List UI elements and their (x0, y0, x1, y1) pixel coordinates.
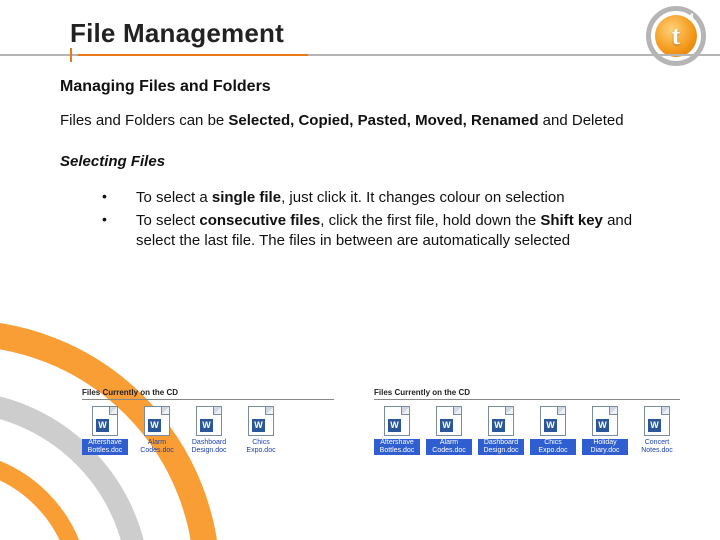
file-item[interactable]: W Holiday Diary.doc (582, 406, 628, 455)
panel-right-title: Files Currently on the CD (374, 388, 680, 400)
title-tick (70, 48, 72, 62)
file-panel-left: Files Currently on the CD W Aftershave Bo… (82, 388, 334, 455)
word-doc-icon: W (592, 406, 618, 436)
file-name: Holiday Diary.doc (582, 439, 628, 455)
slide-title: File Management (70, 18, 700, 49)
file-item[interactable]: W Aftershave Bottles.doc (82, 406, 128, 455)
file-item[interactable]: W Concert Notes.doc (634, 406, 680, 455)
word-doc-icon: W (92, 406, 118, 436)
bullet-2: • To select consecutive files, click the… (102, 211, 670, 250)
file-name: Dashboard Design.doc (186, 439, 232, 455)
file-name: Aftershave Bottles.doc (82, 439, 128, 455)
word-doc-icon: W (540, 406, 566, 436)
section-heading: Managing Files and Folders (60, 78, 670, 96)
word-doc-icon: W (644, 406, 670, 436)
file-item[interactable]: W Dashboard Design.doc (478, 406, 524, 455)
file-item[interactable]: W Chics Expo.doc (530, 406, 576, 455)
word-doc-icon: W (196, 406, 222, 436)
file-name: Alarm Codes.doc (134, 439, 180, 455)
file-item[interactable]: W Alarm Codes.doc (134, 406, 180, 455)
file-name: Chics Expo.doc (238, 439, 284, 455)
word-doc-icon: W (488, 406, 514, 436)
word-doc-icon: W (144, 406, 170, 436)
intro-paragraph: Files and Folders can be Selected, Copie… (60, 112, 670, 131)
file-name: Chics Expo.doc (530, 439, 576, 455)
word-doc-icon: W (436, 406, 462, 436)
file-panel-right: Files Currently on the CD W Aftershave Bo… (374, 388, 680, 455)
panel-left-title: Files Currently on the CD (82, 388, 334, 400)
file-item[interactable]: W Chics Expo.doc (238, 406, 284, 455)
file-item[interactable]: W Aftershave Bottles.doc (374, 406, 420, 455)
title-rule-orange (78, 54, 308, 56)
file-name: Dashboard Design.doc (478, 439, 524, 455)
file-name: Aftershave Bottles.doc (374, 439, 420, 455)
word-doc-icon: W (248, 406, 274, 436)
subsection-heading: Selecting Files (60, 153, 670, 170)
file-name: Alarm Codes.doc (426, 439, 472, 455)
word-doc-icon: W (384, 406, 410, 436)
file-item[interactable]: W Alarm Codes.doc (426, 406, 472, 455)
file-name: Concert Notes.doc (634, 439, 680, 455)
file-item[interactable]: W Dashboard Design.doc (186, 406, 232, 455)
bullet-1: • To select a single file, just click it… (102, 188, 670, 208)
